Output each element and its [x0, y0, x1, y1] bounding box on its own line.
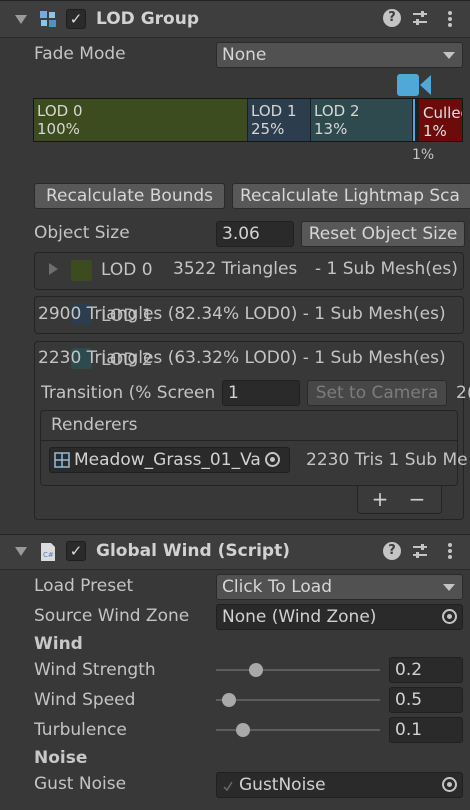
lod-group-title: LOD Group — [96, 9, 199, 29]
svg-text:C#: C# — [43, 551, 54, 559]
wind-speed-track[interactable] — [216, 699, 380, 701]
lod0-expand-arrow-icon[interactable] — [49, 263, 58, 275]
lod-group-component-icon — [38, 9, 58, 29]
object-size-field[interactable]: 3.06 — [216, 221, 294, 247]
add-renderer-button[interactable]: + — [370, 487, 390, 511]
mesh-renderer-icon — [54, 452, 70, 468]
renderer-item-info: 2230 Tris 1 Sub Me — [306, 450, 468, 470]
noise-section-heading: Noise — [34, 748, 88, 768]
object-size-label: Object Size — [34, 223, 130, 243]
texture-icon — [222, 778, 234, 792]
global-wind-title: Global Wind (Script) — [96, 541, 290, 561]
lod1-percent: 25% — [251, 120, 285, 138]
lod0-color-swatch — [71, 260, 92, 281]
lod0-row-name: LOD 0 — [101, 260, 153, 280]
renderer-item-field[interactable]: Meadow_Grass_01_Va — [49, 447, 290, 473]
lod1-row-text: 2900 Triangles (82.34% LOD0) - 1 Sub Mes… — [38, 304, 446, 324]
transition-field[interactable]: 1 — [222, 380, 300, 406]
culled-name: Culled — [423, 104, 462, 122]
presets-icon[interactable] — [411, 9, 429, 27]
gust-noise-field[interactable]: GustNoise — [216, 772, 463, 798]
more-options-icon[interactable] — [446, 541, 454, 561]
renderer-object-picker-icon[interactable] — [265, 452, 280, 467]
renderers-label: Renderers — [51, 415, 138, 435]
lod0-row-submesh: - 1 Sub Mesh(es) — [315, 259, 458, 279]
gust-noise-value: GustNoise — [239, 775, 326, 795]
source-wind-zone-value: None (Wind Zone) — [222, 607, 377, 627]
remove-renderer-button[interactable]: − — [407, 487, 427, 511]
script-icon: C# — [40, 542, 56, 562]
culled-percent: 1% — [423, 122, 447, 140]
lod1-name: LOD 1 — [251, 102, 297, 120]
lod0-name: LOD 0 — [37, 102, 83, 120]
lod-bar-segment-lod0[interactable]: LOD 0 100% — [34, 99, 247, 141]
wind-speed-label: Wind Speed — [34, 690, 136, 710]
foldout-arrow-icon[interactable] — [15, 15, 27, 24]
lod2-name: LOD 2 — [314, 102, 360, 120]
turbulence-label: Turbulence — [34, 720, 127, 740]
load-preset-value: Click To Load — [222, 577, 332, 597]
lod0-row-triangles: 3522 Triangles — [173, 259, 298, 279]
wind-strength-knob[interactable] — [249, 663, 263, 677]
lod-bar-camera-line — [413, 99, 415, 141]
renderers-divider — [41, 440, 457, 441]
turbulence-field[interactable]: 0.1 — [389, 717, 463, 743]
lod-group-enabled-checkbox[interactable]: ✓ — [66, 9, 86, 29]
wind-strength-track[interactable] — [216, 669, 380, 671]
presets-icon[interactable] — [411, 542, 429, 560]
wind-strength-field[interactable]: 0.2 — [389, 657, 463, 683]
dropdown-arrow-icon — [443, 584, 455, 591]
lod-bar-segment-culled[interactable]: Culled 1% — [419, 99, 462, 141]
lod2-percent: 13% — [314, 120, 348, 138]
wind-speed-field[interactable]: 0.5 — [389, 687, 463, 713]
dropdown-arrow-icon — [443, 52, 455, 59]
lod-bar-segment-lod1[interactable]: LOD 1 25% — [248, 99, 310, 141]
lod0-percent: 100% — [37, 120, 80, 138]
source-wind-zone-picker-icon[interactable] — [442, 609, 457, 624]
wind-section-heading: Wind — [34, 634, 83, 654]
source-wind-zone-label: Source Wind Zone — [34, 606, 190, 626]
recalculate-bounds-button[interactable]: Recalculate Bounds — [34, 183, 225, 209]
wind-strength-label: Wind Strength — [34, 660, 156, 680]
source-wind-zone-field[interactable]: None (Wind Zone) — [216, 604, 463, 630]
recalculate-lightmap-button[interactable]: Recalculate Lightmap Sca — [232, 183, 470, 209]
camera-marker-icon[interactable] — [397, 72, 433, 98]
gust-noise-picker-icon[interactable] — [442, 777, 457, 792]
lod-bar-segment-lod2[interactable]: LOD 2 13% — [311, 99, 412, 141]
more-options-icon[interactable] — [446, 9, 454, 29]
lod2-row-text: 2230 Triangles (63.32% LOD0) - 1 Sub Mes… — [38, 348, 446, 368]
transition-label: Transition (% Screen — [41, 383, 216, 403]
lod-bar-camera-percent: 1% — [412, 147, 435, 163]
set-to-camera-button[interactable]: Set to Camera — [307, 380, 447, 406]
foldout-arrow-icon[interactable] — [15, 547, 27, 556]
help-icon[interactable]: ? — [383, 542, 401, 560]
fade-mode-dropdown[interactable]: None — [216, 42, 463, 68]
global-wind-enabled-checkbox[interactable]: ✓ — [66, 541, 86, 561]
fade-mode-value: None — [222, 45, 267, 65]
load-preset-label: Load Preset — [34, 576, 134, 596]
reset-object-size-button[interactable]: Reset Object Size — [301, 221, 465, 247]
wind-speed-knob[interactable] — [222, 693, 236, 707]
gust-noise-label: Gust Noise — [34, 774, 127, 794]
turbulence-knob[interactable] — [235, 723, 250, 737]
load-preset-dropdown[interactable]: Click To Load — [216, 574, 463, 600]
renderer-item-name: Meadow_Grass_01_Va — [74, 450, 261, 470]
help-icon[interactable]: ? — [383, 9, 401, 27]
transition-right-value: 2( — [456, 383, 470, 403]
fade-mode-label: Fade Mode — [34, 44, 126, 64]
